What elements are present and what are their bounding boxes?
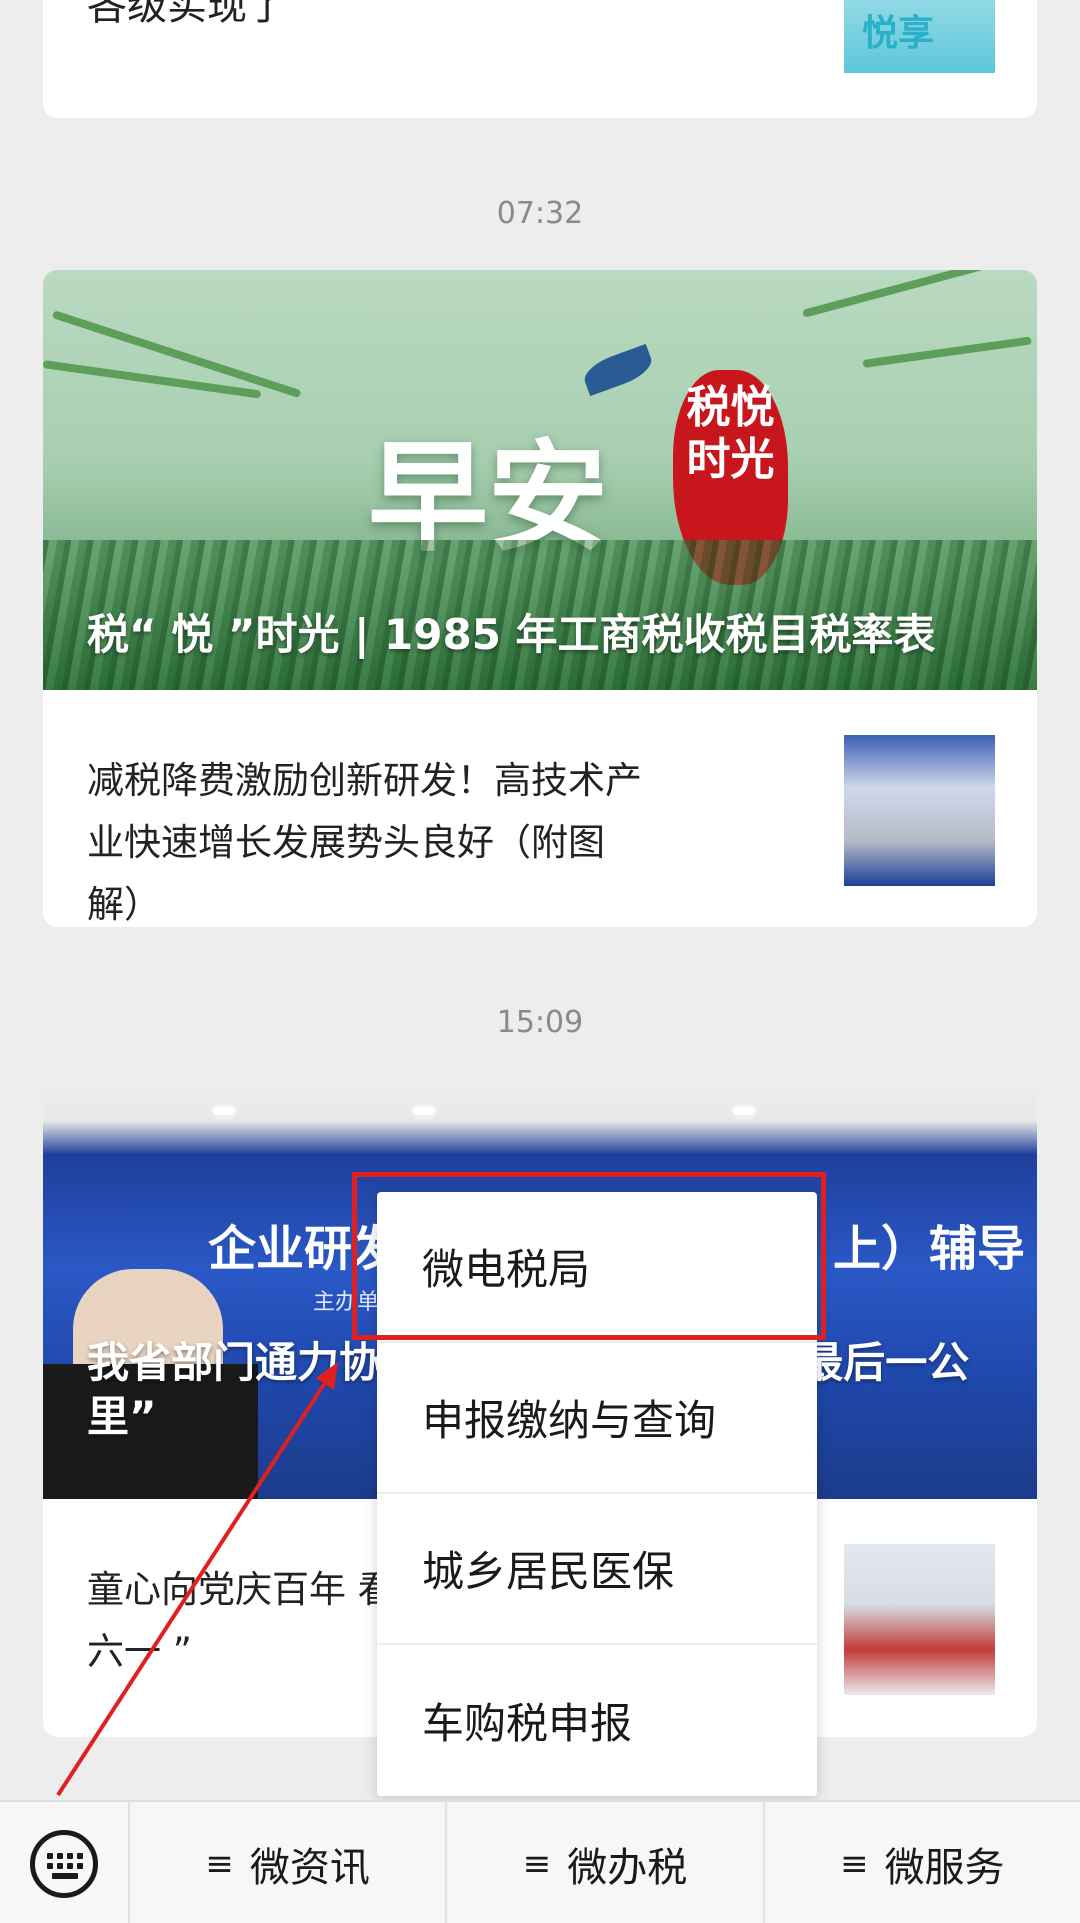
- ceiling-light: [413, 1107, 435, 1115]
- tab-wei-ban-shui[interactable]: ≡ 微办税: [447, 1802, 765, 1923]
- article-cover[interactable]: 早安 税悦时光 税“ 悦 ”时光 | 1985 年工商税收税目税率表: [43, 270, 1037, 690]
- bottom-menu-bar: ≡ 微资讯 ≡ 微办税 ≡ 微服务: [0, 1800, 1080, 1923]
- seal-text: 税悦时光: [686, 382, 775, 485]
- sub-article-thumbnail: [844, 735, 995, 886]
- article-title: 各级实现了: [87, 0, 287, 29]
- article-thumbnail: 悦享: [844, 0, 995, 73]
- message-timestamp: 07:32: [496, 196, 584, 231]
- cover-title: 税“ 悦 ”时光 | 1985 年工商税收税目税率表: [87, 610, 936, 659]
- menu-item-resident-medical-insurance[interactable]: 城乡居民医保: [377, 1494, 817, 1645]
- chat-history: 各级实现了 悦享 07:32 早安 税悦时光 税“ 悦 ”时光 | 1985 年…: [0, 0, 1080, 1923]
- menu-icon: ≡: [840, 1843, 869, 1884]
- article-card-partial[interactable]: 各级实现了 悦享: [43, 0, 1037, 118]
- article-sub-item[interactable]: 减税降费激励创新研发！高技术产业快速增长发展势头良好（附图解）: [43, 690, 1037, 926]
- menu-icon: ≡: [522, 1843, 552, 1884]
- keyboard-toggle-button[interactable]: [0, 1802, 130, 1923]
- ceiling-light: [733, 1107, 755, 1115]
- leaf-decoration: [862, 336, 1032, 368]
- tab-label: 微资讯: [249, 1844, 370, 1891]
- menu-item-declare-pay-query[interactable]: 申报缴纳与查询: [377, 1343, 817, 1494]
- menu-icon: ≡: [205, 1843, 234, 1884]
- article-card: 早安 税悦时光 税“ 悦 ”时光 | 1985 年工商税收税目税率表 减税降费激…: [43, 270, 1037, 927]
- leaf-decoration: [801, 270, 1027, 318]
- menu-item-vehicle-purchase-tax[interactable]: 车购税申报: [377, 1645, 817, 1796]
- message-timestamp: 15:09: [496, 1005, 584, 1040]
- leaf-decoration: [43, 360, 262, 399]
- ceiling-light: [213, 1107, 235, 1115]
- sub-article-title: 减税降费激励创新研发！高技术产业快速增长发展势头良好（附图解）: [87, 759, 642, 926]
- screen-banner-text: 上）辅导: [833, 1221, 1026, 1277]
- tab-wei-fu-wu[interactable]: ≡ 微服务: [765, 1802, 1080, 1923]
- tab-wei-zi-xun[interactable]: ≡ 微资讯: [130, 1802, 448, 1923]
- sub-article-thumbnail: [844, 1544, 995, 1695]
- swallow-illustration: [579, 343, 657, 397]
- tab-label: 微服务: [884, 1844, 1005, 1891]
- tab-label: 微办税: [567, 1844, 688, 1891]
- keyboard-icon: [30, 1829, 98, 1898]
- thumbnail-text: 悦享: [862, 13, 935, 54]
- highlight-box: [352, 1172, 826, 1340]
